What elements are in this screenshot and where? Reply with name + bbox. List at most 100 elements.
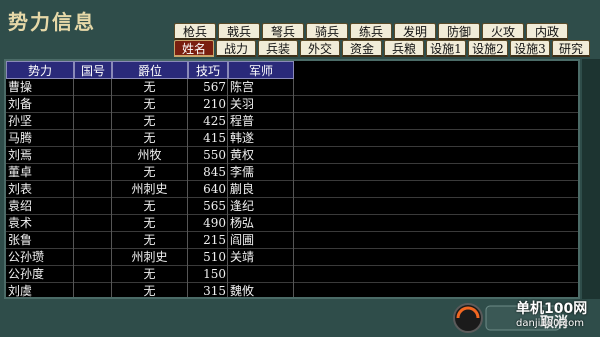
tab-research[interactable]: 研究 <box>552 40 590 57</box>
table-row[interactable]: 张鲁 无 215 阎圃 <box>6 232 578 249</box>
tab-name[interactable]: 姓名 <box>174 40 214 57</box>
tab-combat-power[interactable]: 战力 <box>216 40 256 57</box>
skill-cell: 215 <box>188 232 228 249</box>
empty-cell <box>294 79 578 96</box>
force-name-cell: 曹操 <box>6 79 74 96</box>
empty-cell <box>294 232 578 249</box>
skill-cell: 315 <box>188 283 228 297</box>
country-cell <box>74 79 112 96</box>
empty-cell <box>294 283 578 297</box>
rank-cell: 无 <box>112 266 188 283</box>
tab-crossbow[interactable]: 弩兵 <box>262 23 304 40</box>
skill-cell: 425 <box>188 113 228 130</box>
tab-internal-affairs[interactable]: 内政 <box>526 23 568 40</box>
empty-cell <box>294 198 578 215</box>
country-cell <box>74 130 112 147</box>
table-row[interactable]: 公孙度 无 150 <box>6 266 578 283</box>
tab-bar: 枪兵 戟兵 弩兵 骑兵 练兵 发明 防御 火攻 内政 姓名 战力 兵装 外交 资… <box>0 0 600 60</box>
advisor-cell: 韩遂 <box>228 130 294 147</box>
advisor-cell: 关羽 <box>228 96 294 113</box>
tab-facility-2[interactable]: 设施2 <box>468 40 508 57</box>
rank-cell: 无 <box>112 96 188 113</box>
table-row[interactable]: 刘焉 州牧 550 黄权 <box>6 147 578 164</box>
advisor-cell: 蒯良 <box>228 181 294 198</box>
country-cell <box>74 266 112 283</box>
table-row[interactable]: 孙坚 无 425 程普 <box>6 113 578 130</box>
advisor-cell: 阎圃 <box>228 232 294 249</box>
table-row[interactable]: 曹操 无 567 陈宫 <box>6 79 578 96</box>
header-country[interactable]: 国号 <box>74 61 112 79</box>
empty-cell <box>294 147 578 164</box>
country-cell <box>74 147 112 164</box>
tab-diplomacy[interactable]: 外交 <box>300 40 340 57</box>
advisor-cell: 程普 <box>228 113 294 130</box>
rank-cell: 无 <box>112 130 188 147</box>
tab-halberd[interactable]: 戟兵 <box>218 23 260 40</box>
force-name-cell: 张鲁 <box>6 232 74 249</box>
tab-training[interactable]: 练兵 <box>350 23 392 40</box>
table-row[interactable]: 马腾 无 415 韩遂 <box>6 130 578 147</box>
tab-fire-attack[interactable]: 火攻 <box>482 23 524 40</box>
empty-cell <box>294 215 578 232</box>
skill-cell: 640 <box>188 181 228 198</box>
force-name-cell: 董卓 <box>6 164 74 181</box>
tab-provisions[interactable]: 兵粮 <box>384 40 424 57</box>
tab-cavalry[interactable]: 骑兵 <box>306 23 348 40</box>
rank-cell: 无 <box>112 79 188 96</box>
rank-cell: 无 <box>112 232 188 249</box>
advisor-cell: 关靖 <box>228 249 294 266</box>
advisor-cell <box>228 266 294 283</box>
rank-cell: 无 <box>112 198 188 215</box>
skill-cell: 210 <box>188 96 228 113</box>
table-row[interactable]: 董卓 无 845 李儒 <box>6 164 578 181</box>
tab-facility-3[interactable]: 设施3 <box>510 40 550 57</box>
force-name-cell: 刘虞 <box>6 283 74 297</box>
skill-cell: 567 <box>188 79 228 96</box>
skill-cell: 845 <box>188 164 228 181</box>
skill-cell: 550 <box>188 147 228 164</box>
empty-cell <box>294 96 578 113</box>
table-row[interactable]: 袁绍 无 565 逢纪 <box>6 198 578 215</box>
scrollbar[interactable] <box>582 59 600 299</box>
tab-funds[interactable]: 资金 <box>342 40 382 57</box>
empty-cell <box>294 249 578 266</box>
header-advisor[interactable]: 军师 <box>228 61 294 79</box>
force-name-cell: 孙坚 <box>6 113 74 130</box>
header-skill[interactable]: 技巧 <box>188 61 228 79</box>
country-cell <box>74 232 112 249</box>
rank-cell: 州刺史 <box>112 181 188 198</box>
tab-facility-1[interactable]: 设施1 <box>426 40 466 57</box>
table-row[interactable]: 刘备 无 210 关羽 <box>6 96 578 113</box>
force-info-table: 势力 国号 爵位 技巧 军师 曹操无 567 陈宫 刘备无 210 关羽 孙坚无 425 程普马… <box>4 59 580 299</box>
tab-equipment[interactable]: 兵装 <box>258 40 298 57</box>
country-cell <box>74 215 112 232</box>
tab-spear[interactable]: 枪兵 <box>174 23 216 40</box>
country-cell <box>74 249 112 266</box>
skill-cell: 565 <box>188 198 228 215</box>
watermark-title: 单机100网 <box>516 301 588 317</box>
force-name-cell: 刘表 <box>6 181 74 198</box>
force-name-cell: 马腾 <box>6 130 74 147</box>
advisor-cell: 魏攸 <box>228 283 294 297</box>
table-row[interactable]: 刘表 州刺史 640 蒯良 <box>6 181 578 198</box>
rank-cell: 无 <box>112 164 188 181</box>
table-row[interactable]: 公孙瓒 州刺史 510 关靖 <box>6 249 578 266</box>
rank-cell: 无 <box>112 113 188 130</box>
empty-cell <box>294 181 578 198</box>
table-row[interactable]: 袁术 无 490 杨弘 <box>6 215 578 232</box>
tab-defense[interactable]: 防御 <box>438 23 480 40</box>
force-name-cell: 刘备 <box>6 96 74 113</box>
country-cell <box>74 181 112 198</box>
watermark-url: danji100.com <box>516 318 584 329</box>
tab-invention[interactable]: 发明 <box>394 23 436 40</box>
country-cell <box>74 113 112 130</box>
skill-cell: 490 <box>188 215 228 232</box>
empty-cell <box>294 113 578 130</box>
header-rank[interactable]: 爵位 <box>112 61 188 79</box>
rank-cell: 无 <box>112 283 188 297</box>
force-name-cell: 袁绍 <box>6 198 74 215</box>
table-row[interactable]: 刘虞 无 315 魏攸 <box>6 283 578 297</box>
header-force[interactable]: 势力 <box>6 61 74 79</box>
skill-cell: 510 <box>188 249 228 266</box>
country-cell <box>74 164 112 181</box>
